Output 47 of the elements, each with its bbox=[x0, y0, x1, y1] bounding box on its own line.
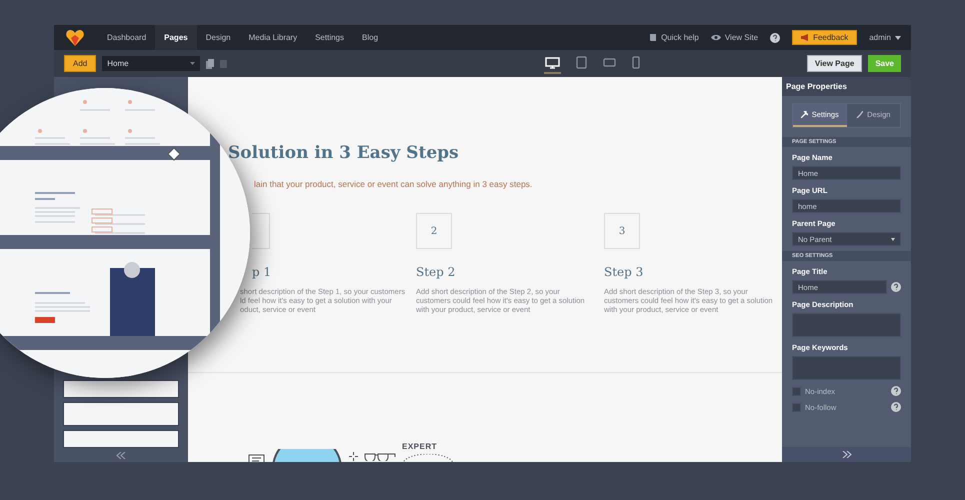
caret-icon bbox=[895, 36, 901, 40]
page-thumbnail[interactable] bbox=[63, 430, 179, 448]
step-number-box: 3 bbox=[604, 213, 640, 249]
expert-label: EXPERT bbox=[402, 442, 438, 451]
nav-tab[interactable]: Design bbox=[196, 25, 240, 50]
add-button[interactable]: Add bbox=[64, 55, 96, 72]
view-page-button[interactable]: View Page bbox=[806, 55, 862, 72]
nav-tab[interactable]: Dashboard bbox=[98, 25, 156, 50]
dotted-circle-drawing bbox=[402, 454, 454, 462]
help-icon[interactable] bbox=[891, 386, 901, 396]
wrench-icon bbox=[800, 111, 808, 118]
quick-help-link[interactable]: Quick help bbox=[661, 33, 699, 42]
user-menu[interactable]: admin bbox=[869, 33, 901, 42]
copy-icon[interactable] bbox=[206, 58, 214, 68]
nav-tab[interactable]: Blog bbox=[353, 25, 388, 50]
eye-icon bbox=[710, 34, 721, 41]
collapse-icon[interactable] bbox=[116, 452, 126, 459]
page-thumbnail[interactable] bbox=[63, 380, 179, 398]
page-select[interactable]: Home bbox=[102, 56, 200, 71]
glasses-icon bbox=[364, 452, 396, 461]
step-title: Step 3 bbox=[604, 265, 644, 279]
section-title: Solution in 3 Easy Steps bbox=[228, 143, 460, 163]
step-title: p 1 bbox=[252, 265, 272, 279]
sparkle-icon bbox=[349, 452, 358, 461]
caret-icon bbox=[891, 238, 895, 240]
view-site-link[interactable]: View Site bbox=[724, 33, 758, 42]
megaphone-icon bbox=[801, 34, 810, 41]
caret-icon bbox=[190, 62, 196, 65]
checkbox[interactable] bbox=[792, 386, 801, 396]
page-thumbnail[interactable] bbox=[63, 402, 179, 426]
checkbox[interactable] bbox=[792, 402, 801, 412]
expand-icon[interactable] bbox=[842, 451, 852, 458]
help-icon[interactable] bbox=[891, 282, 901, 292]
section-subtitle: lain that your product, service or event can solve anything in 3 easy steps. bbox=[254, 179, 534, 189]
step-title: Step 2 bbox=[416, 265, 456, 279]
nav-tab[interactable]: Media Library bbox=[240, 25, 306, 50]
nav-tab[interactable]: Pages bbox=[155, 25, 197, 50]
nav-tab[interactable]: Settings bbox=[306, 25, 353, 50]
logo-icon bbox=[66, 29, 84, 46]
step-number-box: 2 bbox=[416, 213, 452, 249]
brush-icon bbox=[856, 111, 864, 118]
book-icon bbox=[649, 33, 658, 42]
step-number-box bbox=[252, 213, 270, 249]
panel-title: Page Properties bbox=[782, 77, 911, 96]
help-icon[interactable] bbox=[891, 402, 901, 412]
feedback-button[interactable]: Feedback bbox=[792, 30, 858, 45]
help-icon[interactable] bbox=[770, 32, 780, 42]
